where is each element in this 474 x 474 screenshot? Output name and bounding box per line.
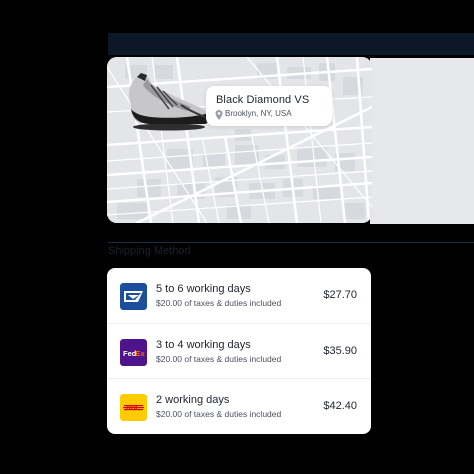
tax-note: $20.00 of taxes & duties included — [156, 354, 282, 364]
side-panel — [370, 58, 474, 224]
product-location-card: Black Diamond VS Brooklyn, NY, USA — [206, 86, 332, 126]
delivery-time: 5 to 6 working days — [156, 283, 251, 295]
shipping-price: $27.70 — [323, 289, 357, 301]
svg-text:DHL: DHL — [126, 405, 139, 412]
usps-logo-icon — [120, 283, 147, 310]
shipping-option-usps[interactable]: 5 to 6 working days $20.00 of taxes & du… — [107, 268, 371, 323]
delivery-time: 2 working days — [156, 394, 230, 406]
delivery-time: 3 to 4 working days — [156, 339, 251, 351]
section-divider — [108, 242, 474, 243]
climbing-shoe-image — [129, 73, 211, 131]
svg-text:Ex: Ex — [136, 349, 146, 358]
top-bar — [108, 33, 474, 55]
tax-note: $20.00 of taxes & duties included — [156, 409, 282, 419]
shipping-option-fedex[interactable]: Fed Ex 3 to 4 working days $20.00 of tax… — [107, 323, 371, 379]
shipping-price: $42.40 — [323, 400, 357, 412]
location-pin-icon — [215, 110, 223, 120]
map-card: Black Diamond VS Brooklyn, NY, USA — [107, 57, 372, 223]
shipping-method-title: Shipping Method — [108, 245, 191, 257]
product-location: Brooklyn, NY, USA — [225, 109, 292, 118]
product-name: Black Diamond VS — [216, 94, 310, 106]
shipping-options-list: 5 to 6 working days $20.00 of taxes & du… — [107, 268, 371, 434]
dhl-logo-icon: DHL — [120, 394, 147, 421]
fedex-logo-icon: Fed Ex — [120, 339, 147, 366]
shipping-option-dhl[interactable]: DHL 2 working days $20.00 of taxes & dut… — [107, 378, 371, 434]
tax-note: $20.00 of taxes & duties included — [156, 298, 282, 308]
shipping-price: $35.90 — [323, 345, 357, 357]
